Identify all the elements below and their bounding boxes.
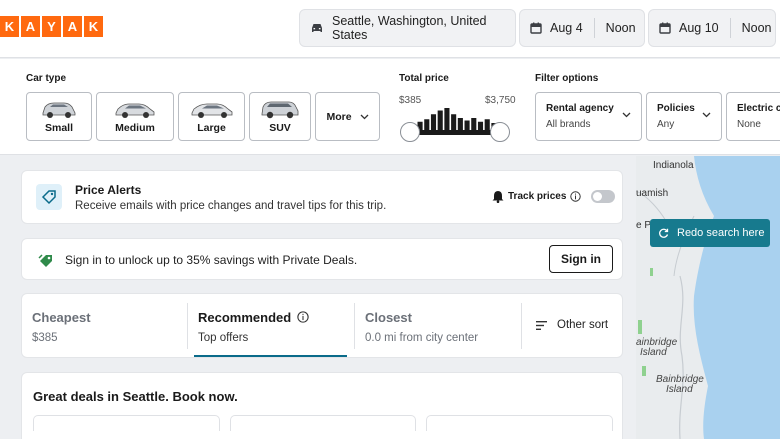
car-type-suv[interactable]: SUV bbox=[249, 92, 311, 141]
deal-tag-icon bbox=[38, 254, 52, 267]
tab-subtitle: Top offers bbox=[198, 332, 249, 344]
kayak-logo[interactable]: K A Y A K bbox=[0, 16, 103, 37]
car-type-small[interactable]: Small bbox=[26, 92, 92, 141]
tab-cheapest[interactable]: Cheapest $385 bbox=[22, 294, 187, 357]
price-alerts-title: Price Alerts bbox=[75, 183, 142, 197]
map-label: Island bbox=[640, 347, 667, 358]
price-min: $385 bbox=[399, 95, 422, 106]
filter-options-heading: Filter options bbox=[535, 73, 599, 84]
car-type-medium[interactable]: Medium bbox=[96, 92, 174, 141]
policies-dropdown[interactable]: Policies Any bbox=[646, 92, 722, 141]
deal-card[interactable] bbox=[426, 415, 613, 431]
deal-card[interactable] bbox=[230, 415, 416, 431]
tab-name: Closest bbox=[365, 310, 412, 325]
tab-name: Recommended bbox=[198, 310, 354, 325]
tab-name-text: Recommended bbox=[198, 310, 292, 325]
price-tag-icon bbox=[36, 184, 62, 210]
map-label: Indianola bbox=[653, 160, 694, 171]
price-alerts-card: Price Alerts Receive emails with price c… bbox=[21, 170, 623, 224]
location-field[interactable]: Seattle, Washington, United States bbox=[299, 9, 516, 47]
dropdown-title: Rental agency bbox=[546, 103, 614, 114]
price-max: $3,750 bbox=[485, 95, 516, 106]
price-alerts-subtitle: Receive emails with price changes and tr… bbox=[75, 200, 387, 212]
logo-letter: K bbox=[0, 16, 19, 37]
chevron-down-icon bbox=[702, 112, 711, 118]
logo-letter: A bbox=[21, 16, 40, 37]
suv-icon bbox=[261, 101, 299, 119]
logo-letter: Y bbox=[42, 16, 61, 37]
map-label: uamish bbox=[636, 188, 669, 199]
tab-subtitle: $385 bbox=[32, 332, 58, 344]
small-car-icon bbox=[42, 102, 76, 118]
car-type-label: Large bbox=[197, 122, 226, 134]
electric-dropdown[interactable]: Electric c None bbox=[726, 92, 780, 141]
large-car-icon bbox=[191, 103, 232, 118]
private-deals-text: Sign in to unlock up to 35% savings with… bbox=[65, 253, 358, 267]
car-type-label: Medium bbox=[115, 122, 155, 134]
info-icon[interactable] bbox=[297, 311, 309, 323]
chevron-down-icon bbox=[622, 112, 631, 118]
great-deals-title: Great deals in Seattle. Book now. bbox=[33, 389, 238, 404]
active-tab-indicator bbox=[194, 355, 347, 357]
dropdown-value: Any bbox=[657, 119, 675, 130]
tab-name: Cheapest bbox=[32, 310, 91, 325]
sign-in-button[interactable]: Sign in bbox=[549, 245, 613, 273]
bell-icon bbox=[492, 191, 504, 203]
sort-icon bbox=[536, 320, 547, 330]
location-text: Seattle, Washington, United States bbox=[332, 14, 487, 42]
dropoff-date: Aug 10 bbox=[679, 21, 719, 35]
car-type-large[interactable]: Large bbox=[178, 92, 245, 141]
more-label: More bbox=[326, 110, 352, 123]
results-map[interactable]: Indianola uamish e Pa ainbridge Island B… bbox=[636, 156, 780, 439]
other-sort-button[interactable]: Other sort bbox=[536, 319, 608, 331]
dropdown-value: All brands bbox=[546, 119, 591, 130]
more-car-types-button[interactable]: More bbox=[315, 92, 380, 141]
pickup-time: Noon bbox=[605, 21, 636, 35]
info-icon[interactable] bbox=[570, 191, 582, 202]
pickup-date: Aug 4 bbox=[550, 21, 583, 35]
car-type-label: Small bbox=[44, 122, 73, 134]
price-slider-min-handle[interactable] bbox=[400, 122, 420, 142]
price-slider-max-handle[interactable] bbox=[490, 122, 510, 142]
car-type-label: SUV bbox=[269, 122, 291, 134]
top-header: K A Y A K Seattle, Washington, United St… bbox=[0, 0, 780, 58]
car-type-heading: Car type bbox=[26, 73, 67, 84]
dropoff-date-field[interactable]: Aug 10 Noon bbox=[648, 9, 776, 47]
filter-bar: Car type Small Medium Large SUV More Tot… bbox=[0, 59, 780, 155]
medium-car-icon bbox=[115, 103, 155, 118]
divider bbox=[521, 303, 522, 349]
logo-letter: K bbox=[84, 16, 103, 37]
rental-agency-dropdown[interactable]: Rental agency All brands bbox=[535, 92, 642, 141]
sort-tabs: Cheapest $385 Recommended Top offers Clo… bbox=[21, 293, 623, 358]
tab-closest[interactable]: Closest 0.0 mi from city center bbox=[355, 294, 521, 357]
redo-search-label: Redo search here bbox=[677, 227, 765, 239]
dropdown-title: Electric c bbox=[737, 103, 780, 114]
track-prices-control[interactable]: Track prices bbox=[492, 190, 616, 203]
redo-search-button[interactable]: Redo search here bbox=[650, 219, 770, 247]
map-label: Island bbox=[666, 384, 693, 395]
deal-card[interactable] bbox=[33, 415, 220, 431]
private-deals-banner: Sign in to unlock up to 35% savings with… bbox=[21, 238, 623, 280]
divider bbox=[729, 18, 731, 38]
chevron-down-icon bbox=[360, 114, 369, 119]
track-prices-label: Track prices bbox=[508, 191, 567, 202]
logo-letter: A bbox=[63, 16, 82, 37]
dropoff-time: Noon bbox=[741, 21, 772, 35]
tab-subtitle: 0.0 mi from city center bbox=[365, 332, 479, 344]
total-price-heading: Total price bbox=[399, 73, 449, 84]
other-sort-label: Other sort bbox=[557, 319, 609, 331]
refresh-icon bbox=[659, 228, 669, 238]
pickup-date-field[interactable]: Aug 4 Noon bbox=[519, 9, 645, 47]
price-slider-track[interactable] bbox=[410, 130, 502, 135]
car-icon bbox=[310, 22, 324, 34]
calendar-icon bbox=[530, 22, 542, 34]
calendar-icon bbox=[659, 22, 671, 34]
divider bbox=[593, 18, 595, 38]
great-deals-section: Great deals in Seattle. Book now. bbox=[21, 372, 623, 439]
track-prices-toggle[interactable] bbox=[591, 190, 616, 203]
dropdown-value: None bbox=[737, 119, 761, 130]
tab-recommended[interactable]: Recommended Top offers bbox=[188, 294, 354, 357]
